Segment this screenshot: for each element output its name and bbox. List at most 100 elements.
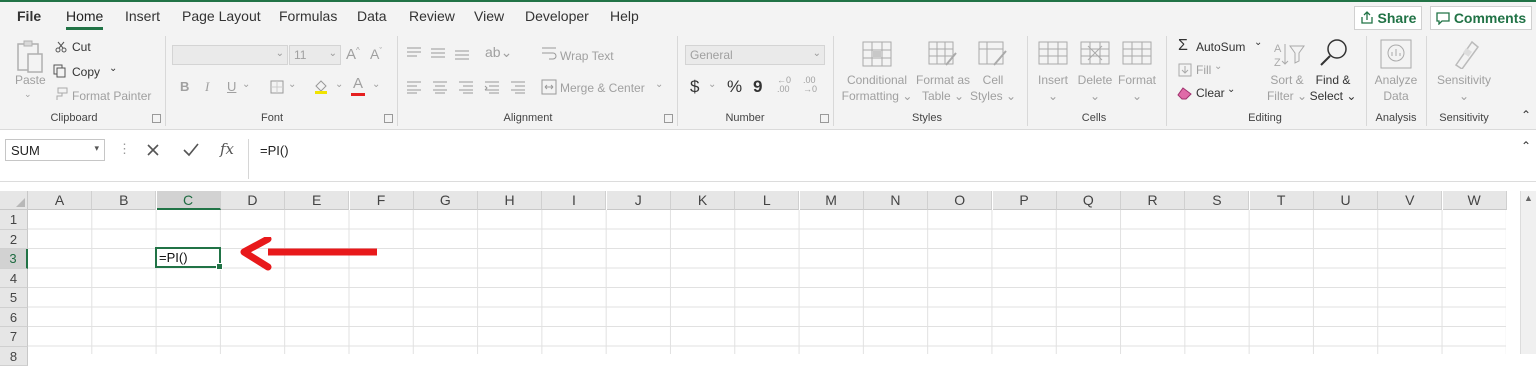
- decrease-decimal-icon[interactable]: .00→0: [803, 76, 817, 94]
- merge-chevron-icon[interactable]: ⌄: [655, 79, 663, 90]
- borders-icon[interactable]: [270, 80, 284, 94]
- column-header-u[interactable]: U: [1314, 191, 1378, 210]
- column-header-b[interactable]: B: [92, 191, 156, 210]
- name-box[interactable]: SUM▾: [5, 139, 105, 161]
- shrink-font-icon[interactable]: Aˇ: [370, 46, 382, 62]
- insert-function-icon[interactable]: fx: [220, 140, 234, 158]
- column-header-i[interactable]: I: [542, 191, 606, 210]
- sensitivity-button[interactable]: Sensitivity⌄: [1432, 72, 1496, 104]
- row-header-2[interactable]: 2: [0, 230, 28, 250]
- number-launcher-icon[interactable]: [820, 114, 829, 123]
- row-header-7[interactable]: 7: [0, 327, 28, 347]
- row-header-3[interactable]: 3: [0, 249, 28, 269]
- collapse-formula-bar-icon[interactable]: ⌃: [1521, 139, 1531, 153]
- font-color-chevron-icon[interactable]: ⌄: [372, 79, 380, 90]
- tab-developer[interactable]: Developer: [525, 8, 589, 24]
- cut-button[interactable]: Cut: [72, 40, 91, 54]
- paste-button[interactable]: Paste: [15, 73, 46, 87]
- tab-view[interactable]: View: [474, 8, 504, 24]
- copy-button[interactable]: Copy: [72, 65, 100, 79]
- font-name-combo[interactable]: ⌄: [172, 45, 288, 65]
- vertical-scrollbar[interactable]: ▲: [1520, 191, 1536, 354]
- column-header-a[interactable]: A: [28, 191, 92, 210]
- underline-button[interactable]: U: [227, 79, 236, 94]
- sort-filter-button[interactable]: Sort &Filter ⌄: [1266, 72, 1308, 104]
- tab-formulas[interactable]: Formulas: [279, 8, 337, 24]
- underline-chevron-icon[interactable]: ⌄: [242, 79, 250, 90]
- column-header-d[interactable]: D: [221, 191, 285, 210]
- enter-check-icon[interactable]: [183, 143, 199, 157]
- row-header-8[interactable]: 8: [0, 347, 28, 366]
- column-header-h[interactable]: H: [478, 191, 542, 210]
- percent-button[interactable]: %: [727, 77, 742, 97]
- row-header-5[interactable]: 5: [0, 288, 28, 308]
- column-header-k[interactable]: K: [671, 191, 735, 210]
- bold-button[interactable]: B: [180, 79, 189, 94]
- column-header-q[interactable]: Q: [1057, 191, 1121, 210]
- fill-chevron-icon[interactable]: ⌄: [1214, 61, 1222, 72]
- select-all-button[interactable]: [0, 191, 28, 210]
- column-header-j[interactable]: J: [607, 191, 671, 210]
- clear-button[interactable]: Clear: [1196, 86, 1225, 100]
- increase-decimal-icon[interactable]: ←0.00: [777, 76, 791, 94]
- analyze-data-button[interactable]: AnalyzeData: [1370, 72, 1422, 104]
- fill-color-icon[interactable]: [313, 78, 329, 94]
- horizontal-align-icons[interactable]: [406, 80, 526, 94]
- number-format-combo[interactable]: General⌄: [685, 45, 825, 65]
- column-header-t[interactable]: T: [1250, 191, 1314, 210]
- column-header-m[interactable]: M: [800, 191, 864, 210]
- column-header-n[interactable]: N: [864, 191, 928, 210]
- row-header-1[interactable]: 1: [0, 210, 28, 230]
- clear-chevron-icon[interactable]: ⌄: [1227, 84, 1235, 95]
- format-painter-button[interactable]: Format Painter: [72, 89, 151, 103]
- currency-button[interactable]: $: [690, 77, 699, 97]
- tab-help[interactable]: Help: [610, 8, 639, 24]
- clipboard-launcher-icon[interactable]: [152, 114, 161, 123]
- column-header-p[interactable]: P: [993, 191, 1057, 210]
- more-options-icon[interactable]: ⋮: [118, 141, 131, 157]
- tab-page-layout[interactable]: Page Layout: [182, 8, 261, 24]
- merge-center-button[interactable]: Merge & Center: [560, 81, 645, 95]
- active-cell-c3[interactable]: =PI(): [155, 247, 221, 268]
- paste-chevron-icon[interactable]: ⌄: [24, 89, 32, 100]
- cell-area[interactable]: [28, 210, 1506, 354]
- autosum-button[interactable]: AutoSum: [1196, 40, 1245, 54]
- column-header-s[interactable]: S: [1185, 191, 1249, 210]
- vertical-align-icons[interactable]: [406, 46, 470, 60]
- insert-cells-button[interactable]: Insert⌄: [1032, 72, 1074, 104]
- font-launcher-icon[interactable]: [384, 114, 393, 123]
- column-header-w[interactable]: W: [1443, 191, 1507, 210]
- autosum-chevron-icon[interactable]: ⌄: [1254, 37, 1262, 48]
- find-select-button[interactable]: Find &Select ⌄: [1306, 72, 1360, 104]
- font-color-icon[interactable]: A: [353, 75, 363, 92]
- formula-input[interactable]: =PI(): [260, 143, 289, 158]
- column-header-l[interactable]: L: [735, 191, 799, 210]
- tab-insert[interactable]: Insert: [125, 8, 160, 24]
- tab-review[interactable]: Review: [409, 8, 455, 24]
- cell-styles-button[interactable]: CellStyles ⌄: [966, 72, 1020, 104]
- comments-button[interactable]: Comments: [1430, 6, 1532, 30]
- row-header-6[interactable]: 6: [0, 308, 28, 328]
- tab-file[interactable]: File: [17, 8, 41, 24]
- collapse-ribbon-icon[interactable]: ⌃: [1521, 108, 1531, 122]
- column-header-v[interactable]: V: [1378, 191, 1442, 210]
- fill-button[interactable]: Fill: [1196, 63, 1211, 77]
- column-header-c[interactable]: C: [157, 191, 221, 210]
- tab-home[interactable]: Home: [66, 8, 103, 24]
- orientation-icon[interactable]: ab⌄: [485, 44, 512, 61]
- scroll-up-icon[interactable]: ▲: [1524, 193, 1533, 203]
- column-header-f[interactable]: F: [350, 191, 414, 210]
- column-header-g[interactable]: G: [414, 191, 478, 210]
- wrap-text-button[interactable]: Wrap Text: [560, 49, 614, 63]
- row-header-4[interactable]: 4: [0, 269, 28, 289]
- conditional-formatting-button[interactable]: ConditionalFormatting ⌄: [840, 72, 914, 104]
- borders-chevron-icon[interactable]: ⌄: [288, 79, 296, 90]
- currency-chevron-icon[interactable]: ⌄: [708, 79, 716, 90]
- column-header-e[interactable]: E: [285, 191, 349, 210]
- alignment-launcher-icon[interactable]: [664, 114, 673, 123]
- comma-button[interactable]: 9: [753, 77, 762, 97]
- fill-color-chevron-icon[interactable]: ⌄: [335, 79, 343, 90]
- delete-cells-button[interactable]: Delete⌄: [1074, 72, 1116, 104]
- column-header-o[interactable]: O: [928, 191, 992, 210]
- share-button[interactable]: Share: [1354, 6, 1422, 30]
